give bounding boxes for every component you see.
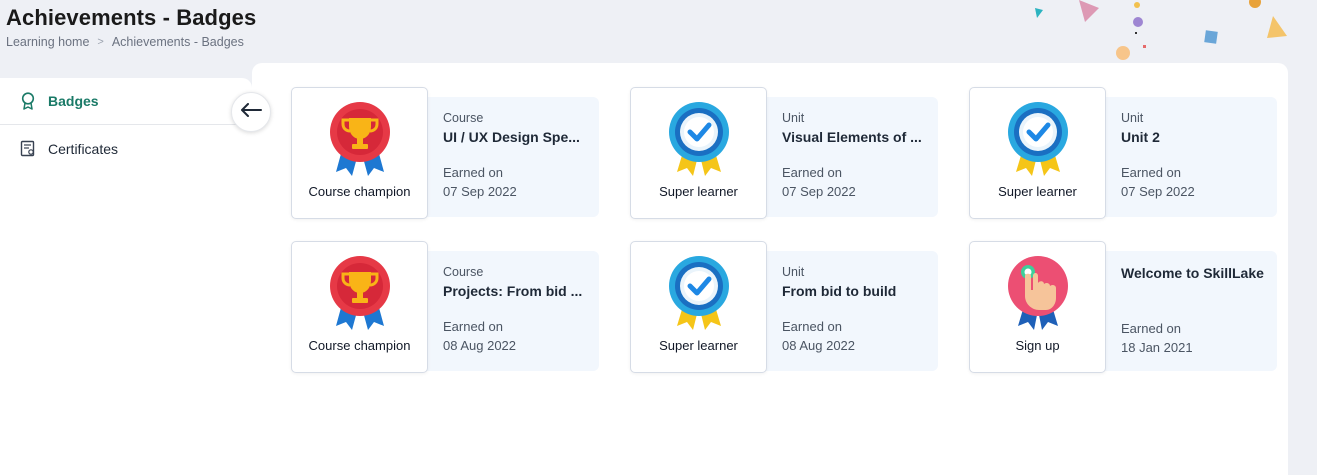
badge-info: Course UI / UX Design Spe... Earned on 07 S…: [411, 97, 599, 217]
badge-tile: Unit Visual Elements of ... Earned on 07 Se…: [630, 87, 938, 222]
badge-type: Course: [443, 265, 484, 279]
arrow-left-icon: [240, 102, 262, 122]
badge-card[interactable]: Sign up: [969, 241, 1106, 373]
earned-date: 07 Sep 2022: [782, 184, 856, 199]
badge-card[interactable]: Course champion: [291, 241, 428, 373]
badges-panel: Course UI / UX Design Spe... Earned on 07 S…: [252, 63, 1288, 475]
breadcrumb-current: Achievements - Badges: [111, 35, 244, 49]
badge-info: Unit From bid to build Earned on 08 Aug 202…: [750, 251, 938, 371]
page-title: Achievements - Badges: [6, 5, 257, 30]
award-icon: [20, 92, 36, 110]
sidebar: Badges Certificates: [0, 78, 252, 475]
check-medal-icon: [667, 256, 731, 330]
badge-name: Sign up: [1015, 338, 1060, 353]
earned-date: 07 Sep 2022: [443, 184, 517, 199]
badge-info: Welcome to SkillLake Earned on 18 Jan 2021: [1089, 251, 1277, 371]
badge-type: Unit: [1121, 111, 1144, 125]
collapse-sidebar-button[interactable]: [231, 92, 271, 132]
check-medal-icon: [1006, 102, 1070, 176]
earned-on-label: Earned on: [443, 319, 503, 334]
badge-name: Super learner: [998, 184, 1077, 199]
earned-on-label: Earned on: [782, 165, 842, 180]
badge-tile: Welcome to SkillLake Earned on 18 Jan 2021…: [969, 241, 1277, 376]
badge-tile: Course UI / UX Design Spe... Earned on 07 S…: [291, 87, 599, 222]
badge-name: Course champion: [308, 338, 411, 353]
breadcrumb: Learning home > Achievements - Badges: [6, 35, 244, 49]
badge-title[interactable]: UI / UX Design Spe...: [443, 129, 593, 145]
badge-name: Course champion: [308, 184, 411, 199]
badge-card[interactable]: Course champion: [291, 87, 428, 219]
trophy-medal-icon: [328, 102, 392, 176]
badge-title[interactable]: Visual Elements of ...: [782, 129, 932, 145]
badge-tile: Course Projects: From bid ... Earned on 08 …: [291, 241, 599, 376]
earned-on-label: Earned on: [1121, 321, 1181, 336]
hand-tap-medal-icon: [1006, 256, 1070, 330]
badge-info: Course Projects: From bid ... Earned on 08 …: [411, 251, 599, 371]
confetti-decoration: [1035, 0, 1287, 60]
badge-card[interactable]: Super learner: [969, 87, 1106, 219]
earned-date: 08 Aug 2022: [443, 338, 517, 353]
check-medal-icon: [667, 102, 731, 176]
badge-title[interactable]: Welcome to SkillLake: [1121, 265, 1271, 281]
badge-card[interactable]: Super learner: [630, 87, 767, 219]
sidebar-item-badges[interactable]: Badges: [0, 78, 252, 125]
badge-title[interactable]: Projects: From bid ...: [443, 283, 593, 299]
badge-info: Unit Visual Elements of ... Earned on 07 Se…: [750, 97, 938, 217]
sidebar-item-label: Certificates: [48, 140, 119, 157]
earned-on-label: Earned on: [1121, 165, 1181, 180]
badge-info: Unit Unit 2 Earned on 07 Sep 2022: [1089, 97, 1277, 217]
badge-name: Super learner: [659, 184, 738, 199]
earned-on-label: Earned on: [782, 319, 842, 334]
badge-card[interactable]: Super learner: [630, 241, 767, 373]
earned-date: 08 Aug 2022: [782, 338, 856, 353]
earned-date: 18 Jan 2021: [1121, 340, 1193, 355]
sidebar-item-certificates[interactable]: Certificates: [0, 125, 252, 172]
certificate-icon: [20, 140, 36, 158]
badge-type: Unit: [782, 111, 805, 125]
badge-name: Super learner: [659, 338, 738, 353]
badge-tile: Unit From bid to build Earned on 08 Aug 202…: [630, 241, 938, 376]
earned-date: 07 Sep 2022: [1121, 184, 1195, 199]
sidebar-item-label: Badges: [48, 93, 99, 109]
badge-tile: Unit Unit 2 Earned on 07 Sep 2022 Super lea…: [969, 87, 1277, 222]
trophy-medal-icon: [328, 256, 392, 330]
earned-on-label: Earned on: [443, 165, 503, 180]
badge-type: Course: [443, 111, 484, 125]
badge-type: Unit: [782, 265, 805, 279]
breadcrumb-learning-home[interactable]: Learning home: [6, 35, 89, 49]
badge-title[interactable]: Unit 2: [1121, 129, 1271, 145]
breadcrumb-separator: >: [97, 36, 104, 48]
badge-title[interactable]: From bid to build: [782, 283, 932, 299]
